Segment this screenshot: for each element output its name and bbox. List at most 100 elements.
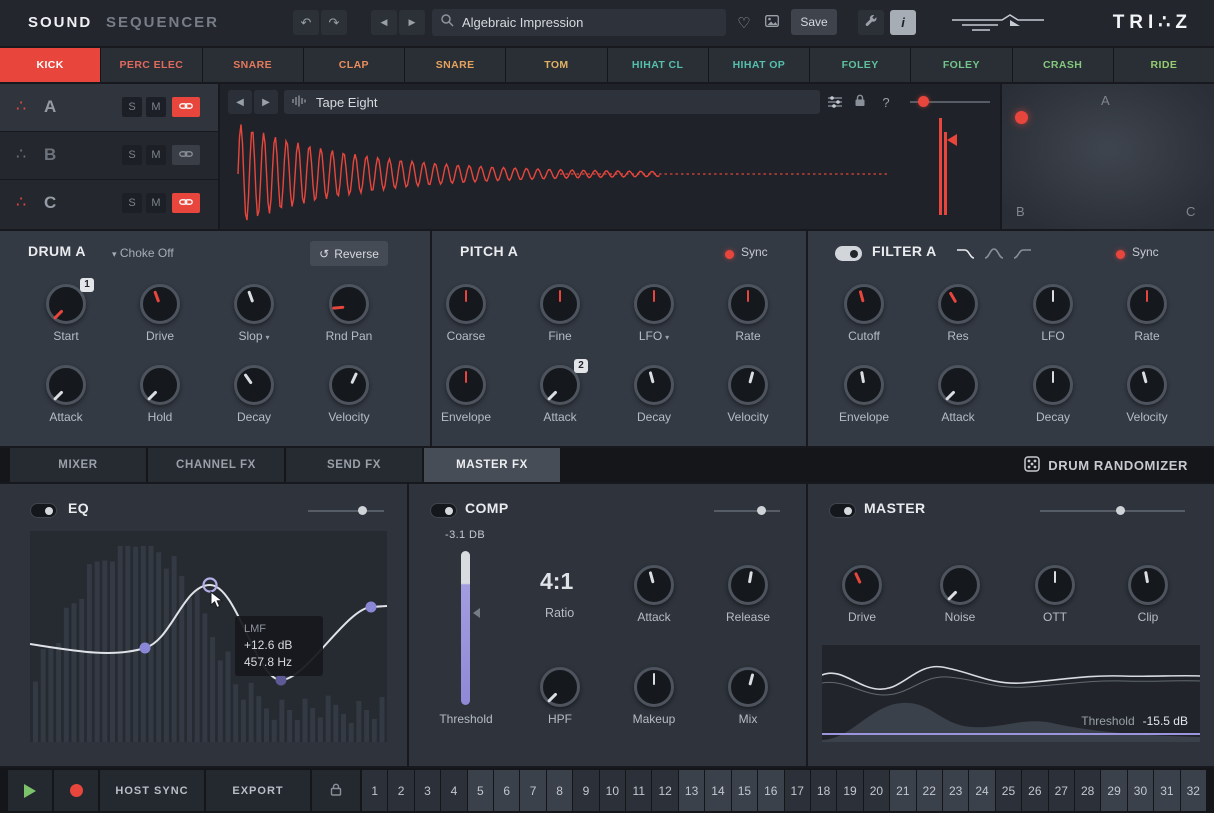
next-sample-button[interactable]: ▶: [254, 90, 278, 114]
step-cell-12[interactable]: 12: [652, 770, 677, 811]
tab-channel-fx[interactable]: CHANNEL FX: [148, 448, 284, 482]
xy-pad-handle[interactable]: [1015, 111, 1028, 124]
pad-hihat-cl[interactable]: HIHAT CL: [608, 48, 708, 82]
tab-send-fx[interactable]: SEND FX: [286, 448, 422, 482]
step-cell-14[interactable]: 14: [705, 770, 730, 811]
link-button[interactable]: [172, 145, 200, 165]
pad-tom[interactable]: TOM: [506, 48, 606, 82]
step-cell-18[interactable]: 18: [811, 770, 836, 811]
layer-volume-handle[interactable]: [918, 96, 929, 107]
pad-kick[interactable]: KICK: [0, 48, 100, 82]
lowpass-icon[interactable]: [956, 246, 976, 265]
step-cell-8[interactable]: 8: [547, 770, 572, 811]
undo-button[interactable]: ↶: [293, 10, 319, 35]
choke-dropdown[interactable]: ▾ Choke Off: [112, 246, 174, 260]
step-cell-11[interactable]: 11: [626, 770, 651, 811]
favorite-button[interactable]: ♡: [731, 10, 757, 35]
preset-search-input[interactable]: [462, 15, 702, 30]
step-cell-7[interactable]: 7: [520, 770, 545, 811]
save-button[interactable]: Save: [791, 9, 837, 35]
sync-label[interactable]: Sync: [1132, 245, 1159, 259]
step-cell-15[interactable]: 15: [732, 770, 757, 811]
pad-hihat-op[interactable]: HIHAT OP: [709, 48, 809, 82]
threshold-slider[interactable]: [461, 551, 470, 705]
step-cell-3[interactable]: 3: [415, 770, 440, 811]
step-cell-22[interactable]: 22: [917, 770, 942, 811]
step-cell-29[interactable]: 29: [1101, 770, 1126, 811]
step-cell-23[interactable]: 23: [943, 770, 968, 811]
step-cell-24[interactable]: 24: [969, 770, 994, 811]
step-cell-10[interactable]: 10: [600, 770, 625, 811]
pad-ride[interactable]: RIDE: [1114, 48, 1214, 82]
pad-snare[interactable]: SNARE: [405, 48, 505, 82]
pad-crash[interactable]: CRASH: [1013, 48, 1113, 82]
step-cell-28[interactable]: 28: [1075, 770, 1100, 811]
host-sync-button[interactable]: HOST SYNC: [100, 770, 204, 811]
master-mix-slider[interactable]: [1040, 510, 1185, 512]
pad-foley[interactable]: FOLEY: [911, 48, 1011, 82]
pad-perc-elec[interactable]: PERC ELEC: [101, 48, 201, 82]
solo-button[interactable]: S: [122, 193, 142, 213]
filter-toggle[interactable]: [835, 246, 862, 261]
eq-toggle[interactable]: [30, 503, 57, 518]
eq-node[interactable]: [276, 675, 287, 686]
step-cell-1[interactable]: 1: [362, 770, 387, 811]
eq-node[interactable]: [140, 643, 151, 654]
tab-sound[interactable]: SOUND: [28, 14, 92, 31]
tab-sequencer[interactable]: SEQUENCER: [106, 14, 219, 31]
step-cell-9[interactable]: 9: [573, 770, 598, 811]
step-cell-32[interactable]: 32: [1181, 770, 1206, 811]
record-button[interactable]: [54, 770, 98, 811]
comp-mix-handle[interactable]: [757, 506, 766, 515]
redo-button[interactable]: ↷: [321, 10, 347, 35]
step-cell-17[interactable]: 17: [785, 770, 810, 811]
pad-clap[interactable]: CLAP: [304, 48, 404, 82]
step-cell-6[interactable]: 6: [494, 770, 519, 811]
tab-mixer[interactable]: MIXER: [10, 448, 146, 482]
sample-name-field[interactable]: Tape Eight: [284, 90, 820, 114]
eq-display[interactable]: LMF +12.6 dB 457.8 Hz: [30, 531, 387, 742]
sync-label[interactable]: Sync: [741, 245, 768, 259]
link-button[interactable]: [172, 97, 200, 117]
step-cell-27[interactable]: 27: [1049, 770, 1074, 811]
next-preset-button[interactable]: ▶: [399, 10, 425, 35]
layer-xy-pad[interactable]: A B C: [1002, 84, 1214, 229]
mute-button[interactable]: M: [146, 193, 166, 213]
pad-snare[interactable]: SNARE: [203, 48, 303, 82]
link-button[interactable]: [172, 193, 200, 213]
info-button[interactable]: i: [890, 10, 916, 35]
prev-sample-button[interactable]: ◀: [228, 90, 252, 114]
master-toggle[interactable]: [829, 503, 856, 518]
solo-button[interactable]: S: [122, 145, 142, 165]
layer-row-a[interactable]: ∴ A S M: [0, 84, 218, 131]
pad-foley[interactable]: FOLEY: [810, 48, 910, 82]
sync-indicator[interactable]: [1116, 250, 1125, 259]
master-wave-display[interactable]: Threshold-15.5 dB: [822, 645, 1200, 742]
preset-image-button[interactable]: [759, 10, 785, 35]
master-threshold-line[interactable]: [822, 733, 1200, 735]
solo-button[interactable]: S: [122, 97, 142, 117]
eq-mix-slider[interactable]: [308, 510, 384, 512]
highpass-icon[interactable]: [1012, 246, 1032, 265]
step-cell-4[interactable]: 4: [441, 770, 466, 811]
comp-toggle[interactable]: [430, 503, 457, 518]
eq-node[interactable]: [366, 602, 377, 613]
step-cell-2[interactable]: 2: [388, 770, 413, 811]
comp-mix-slider[interactable]: [714, 510, 780, 512]
meter-marker-icon[interactable]: [947, 134, 957, 146]
preset-search[interactable]: [432, 9, 726, 36]
step-cell-5[interactable]: 5: [468, 770, 493, 811]
export-button[interactable]: EXPORT: [206, 770, 310, 811]
master-mix-handle[interactable]: [1116, 506, 1125, 515]
reverse-button[interactable]: ↺Reverse: [310, 241, 388, 266]
sample-edit-button[interactable]: [828, 95, 842, 113]
mute-button[interactable]: M: [146, 97, 166, 117]
mute-button[interactable]: M: [146, 145, 166, 165]
tab-master-fx[interactable]: MASTER FX: [424, 448, 560, 482]
step-cell-25[interactable]: 25: [996, 770, 1021, 811]
eq-mix-handle[interactable]: [358, 506, 367, 515]
ratio-value[interactable]: 4:1: [540, 568, 573, 595]
step-cell-20[interactable]: 20: [864, 770, 889, 811]
step-cell-13[interactable]: 13: [679, 770, 704, 811]
sync-indicator[interactable]: [725, 250, 734, 259]
